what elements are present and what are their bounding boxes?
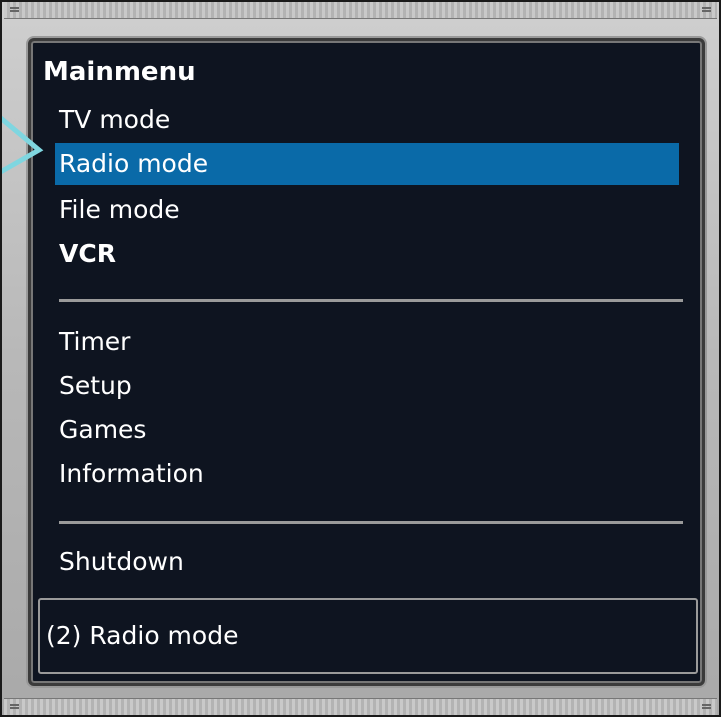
menu-item-timer[interactable]: Timer: [55, 321, 679, 363]
menu-title: Mainmenu: [43, 57, 196, 87]
osd-window: Mainmenu TV mode Radio mode File mode VC…: [0, 0, 721, 717]
grip-icon: [702, 704, 711, 709]
grip-icon: [702, 7, 711, 12]
window-top-bar: [4, 2, 717, 19]
menu-item-shutdown[interactable]: Shutdown: [55, 541, 679, 583]
menu-item-file-mode[interactable]: File mode: [55, 189, 679, 231]
window-bottom-bar: [4, 698, 717, 715]
menu-item-tv-mode[interactable]: TV mode: [55, 99, 679, 141]
grip-icon: [10, 704, 19, 709]
main-menu-panel: Mainmenu TV mode Radio mode File mode VC…: [28, 38, 705, 686]
status-text: (2) Radio mode: [46, 621, 239, 650]
menu-item-vcr[interactable]: VCR: [55, 233, 679, 275]
status-box: (2) Radio mode: [38, 598, 698, 674]
menu-item-games[interactable]: Games: [55, 409, 679, 451]
menu-item-setup[interactable]: Setup: [55, 365, 679, 407]
menu-item-radio-mode[interactable]: Radio mode: [55, 143, 679, 185]
grip-icon: [10, 7, 19, 12]
menu-divider: [59, 299, 683, 302]
menu-item-information[interactable]: Information: [55, 453, 679, 495]
menu-divider: [59, 521, 683, 524]
